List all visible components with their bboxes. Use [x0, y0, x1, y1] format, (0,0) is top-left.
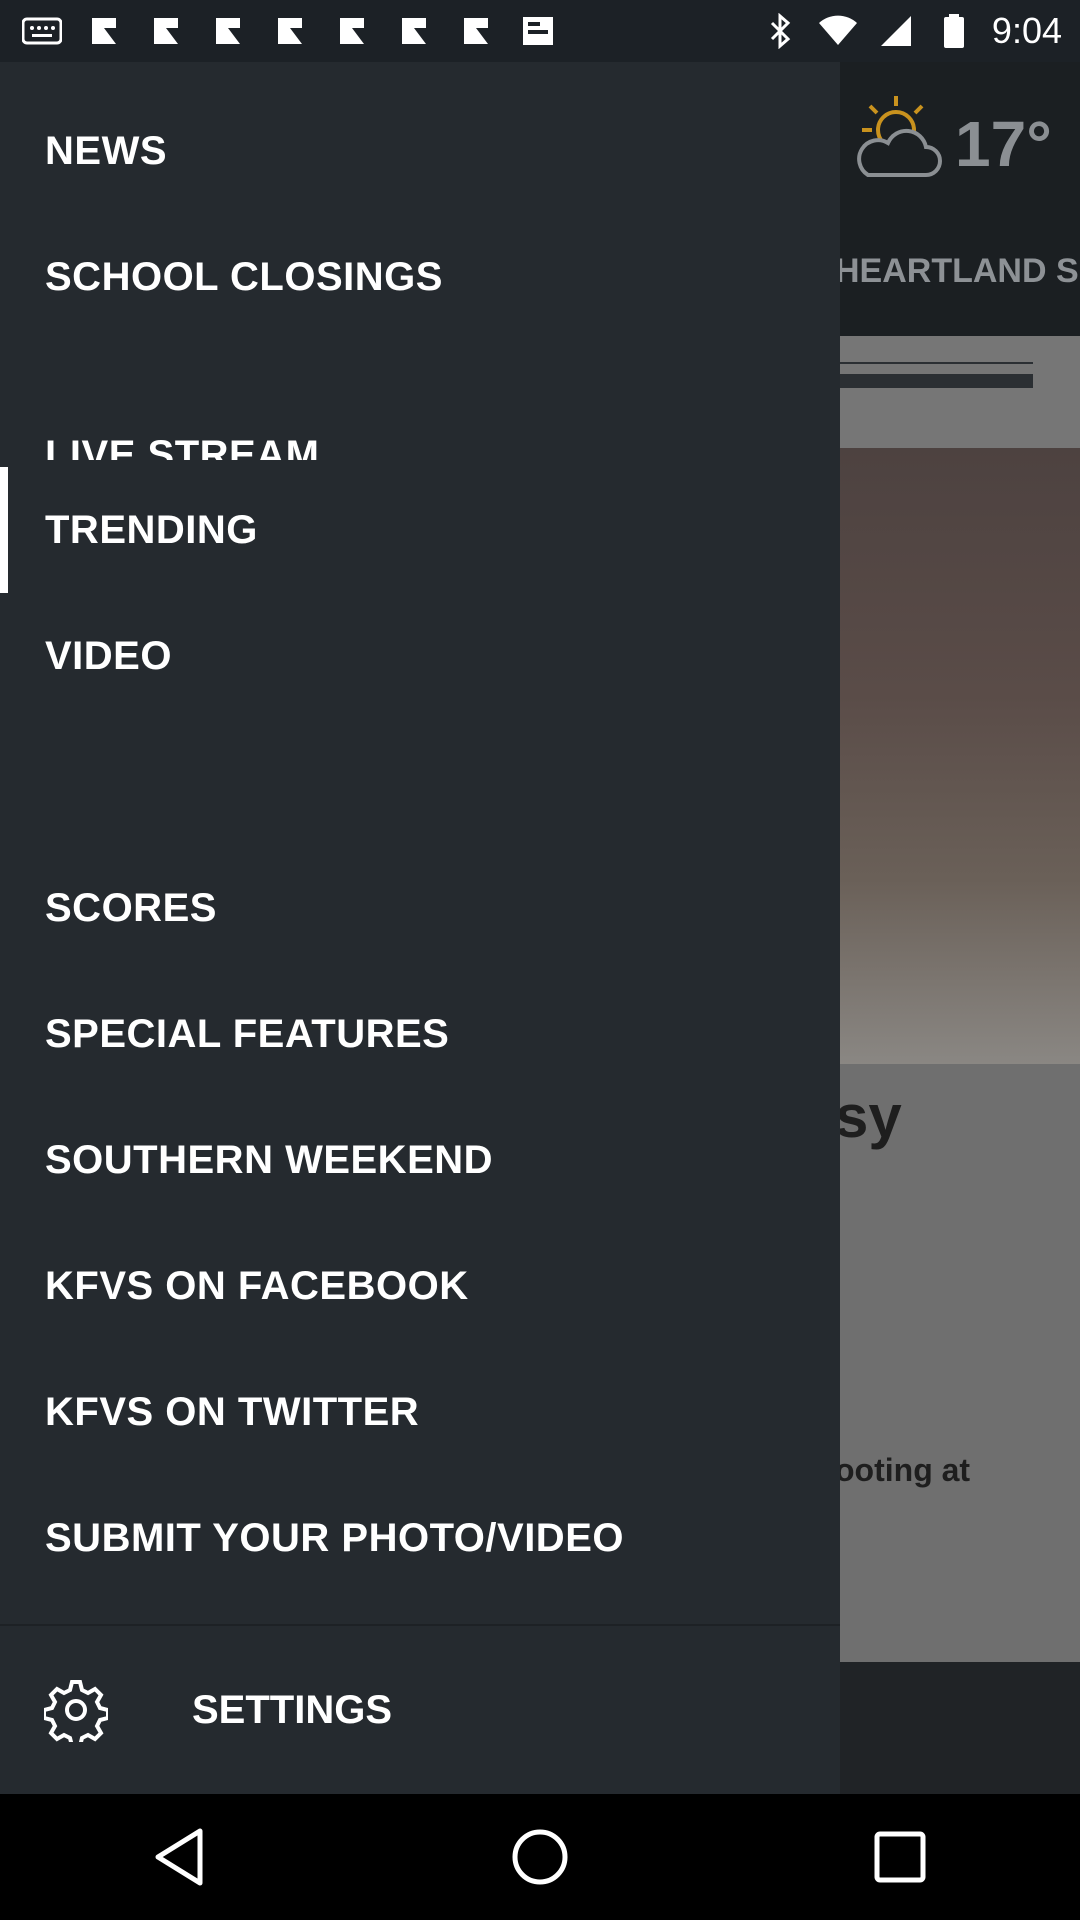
clock: 9:04	[991, 10, 1062, 51]
home-icon[interactable]	[480, 1807, 600, 1907]
menu-item-label: SOUTHERN WEEKEND	[45, 1137, 494, 1182]
image-icon	[394, 14, 434, 48]
menu-item-school-closings[interactable]: SCHOOL CLOSINGS	[0, 214, 840, 340]
menu-item-submit-photo-video[interactable]: SUBMIT YOUR PHOTO/VIDEO	[0, 1475, 840, 1601]
menu-item-label: SUBMIT YOUR PHOTO/VIDEO	[45, 1515, 624, 1560]
menu-item-label: SCORES	[45, 885, 217, 930]
back-icon[interactable]	[120, 1807, 240, 1907]
partly-cloudy-icon	[848, 90, 948, 195]
menu-item-news[interactable]: NEWS	[0, 88, 840, 214]
menu-item-kfvs-twitter[interactable]: KFVS ON TWITTER	[0, 1349, 840, 1475]
clipboard-icon	[518, 14, 558, 48]
article-headline: sy	[835, 1083, 902, 1150]
menu-item-label: NEWS	[45, 128, 167, 173]
settings-label: SETTINGS	[192, 1687, 393, 1732]
menu-item-label: KFVS ON FACEBOOK	[45, 1263, 469, 1308]
temperature: 17°	[955, 108, 1052, 180]
image-icon	[332, 14, 372, 48]
image-icon	[146, 14, 186, 48]
menu-item-label: VIDEO	[45, 633, 172, 678]
notification-icon	[22, 14, 62, 48]
article-text: ooting at	[835, 1452, 971, 1488]
menu-item-label: KFVS ON TWITTER	[45, 1389, 420, 1434]
image-icon	[84, 14, 124, 48]
system-nav-bar	[0, 1794, 1080, 1920]
menu-item-label: SPECIAL FEATURES	[45, 1011, 450, 1056]
menu-item-kfvs-facebook[interactable]: KFVS ON FACEBOOK	[0, 1223, 840, 1349]
image-icon	[456, 14, 496, 48]
status-bar: 9:04	[0, 0, 1080, 62]
menu-item-label: TRENDING	[45, 507, 258, 552]
scroll-indicator	[835, 374, 1033, 388]
menu-item-label: SCHOOL CLOSINGS	[45, 254, 443, 299]
wifi-icon	[818, 14, 858, 48]
signal-icon	[876, 14, 916, 48]
divider	[835, 362, 1033, 364]
image-icon	[208, 14, 248, 48]
menu-item-live-stream[interactable]: LIVE STREAM	[0, 420, 840, 460]
menu-item-video[interactable]: VIDEO	[0, 593, 840, 719]
menu-item-scores[interactable]: SCORES	[0, 845, 840, 971]
menu-item-southern-weekend[interactable]: SOUTHERN WEEKEND	[0, 1097, 840, 1223]
menu-item-label: LIVE STREAM	[45, 433, 320, 460]
navigation-drawer: NEWS SCHOOL CLOSINGS LIVE STREAM TRENDIN…	[0, 62, 840, 1794]
gear-icon	[44, 1678, 108, 1742]
recents-icon[interactable]	[840, 1807, 960, 1907]
battery-icon	[934, 14, 974, 48]
menu-item-trending[interactable]: TRENDING	[0, 467, 840, 593]
image-icon	[270, 14, 310, 48]
notification-icons	[0, 14, 558, 48]
section-tab: HEARTLAND S	[835, 252, 1079, 290]
settings-button[interactable]: SETTINGS	[0, 1626, 840, 1794]
bluetooth-icon	[760, 13, 800, 49]
menu-item-special-features[interactable]: SPECIAL FEATURES	[0, 971, 840, 1097]
